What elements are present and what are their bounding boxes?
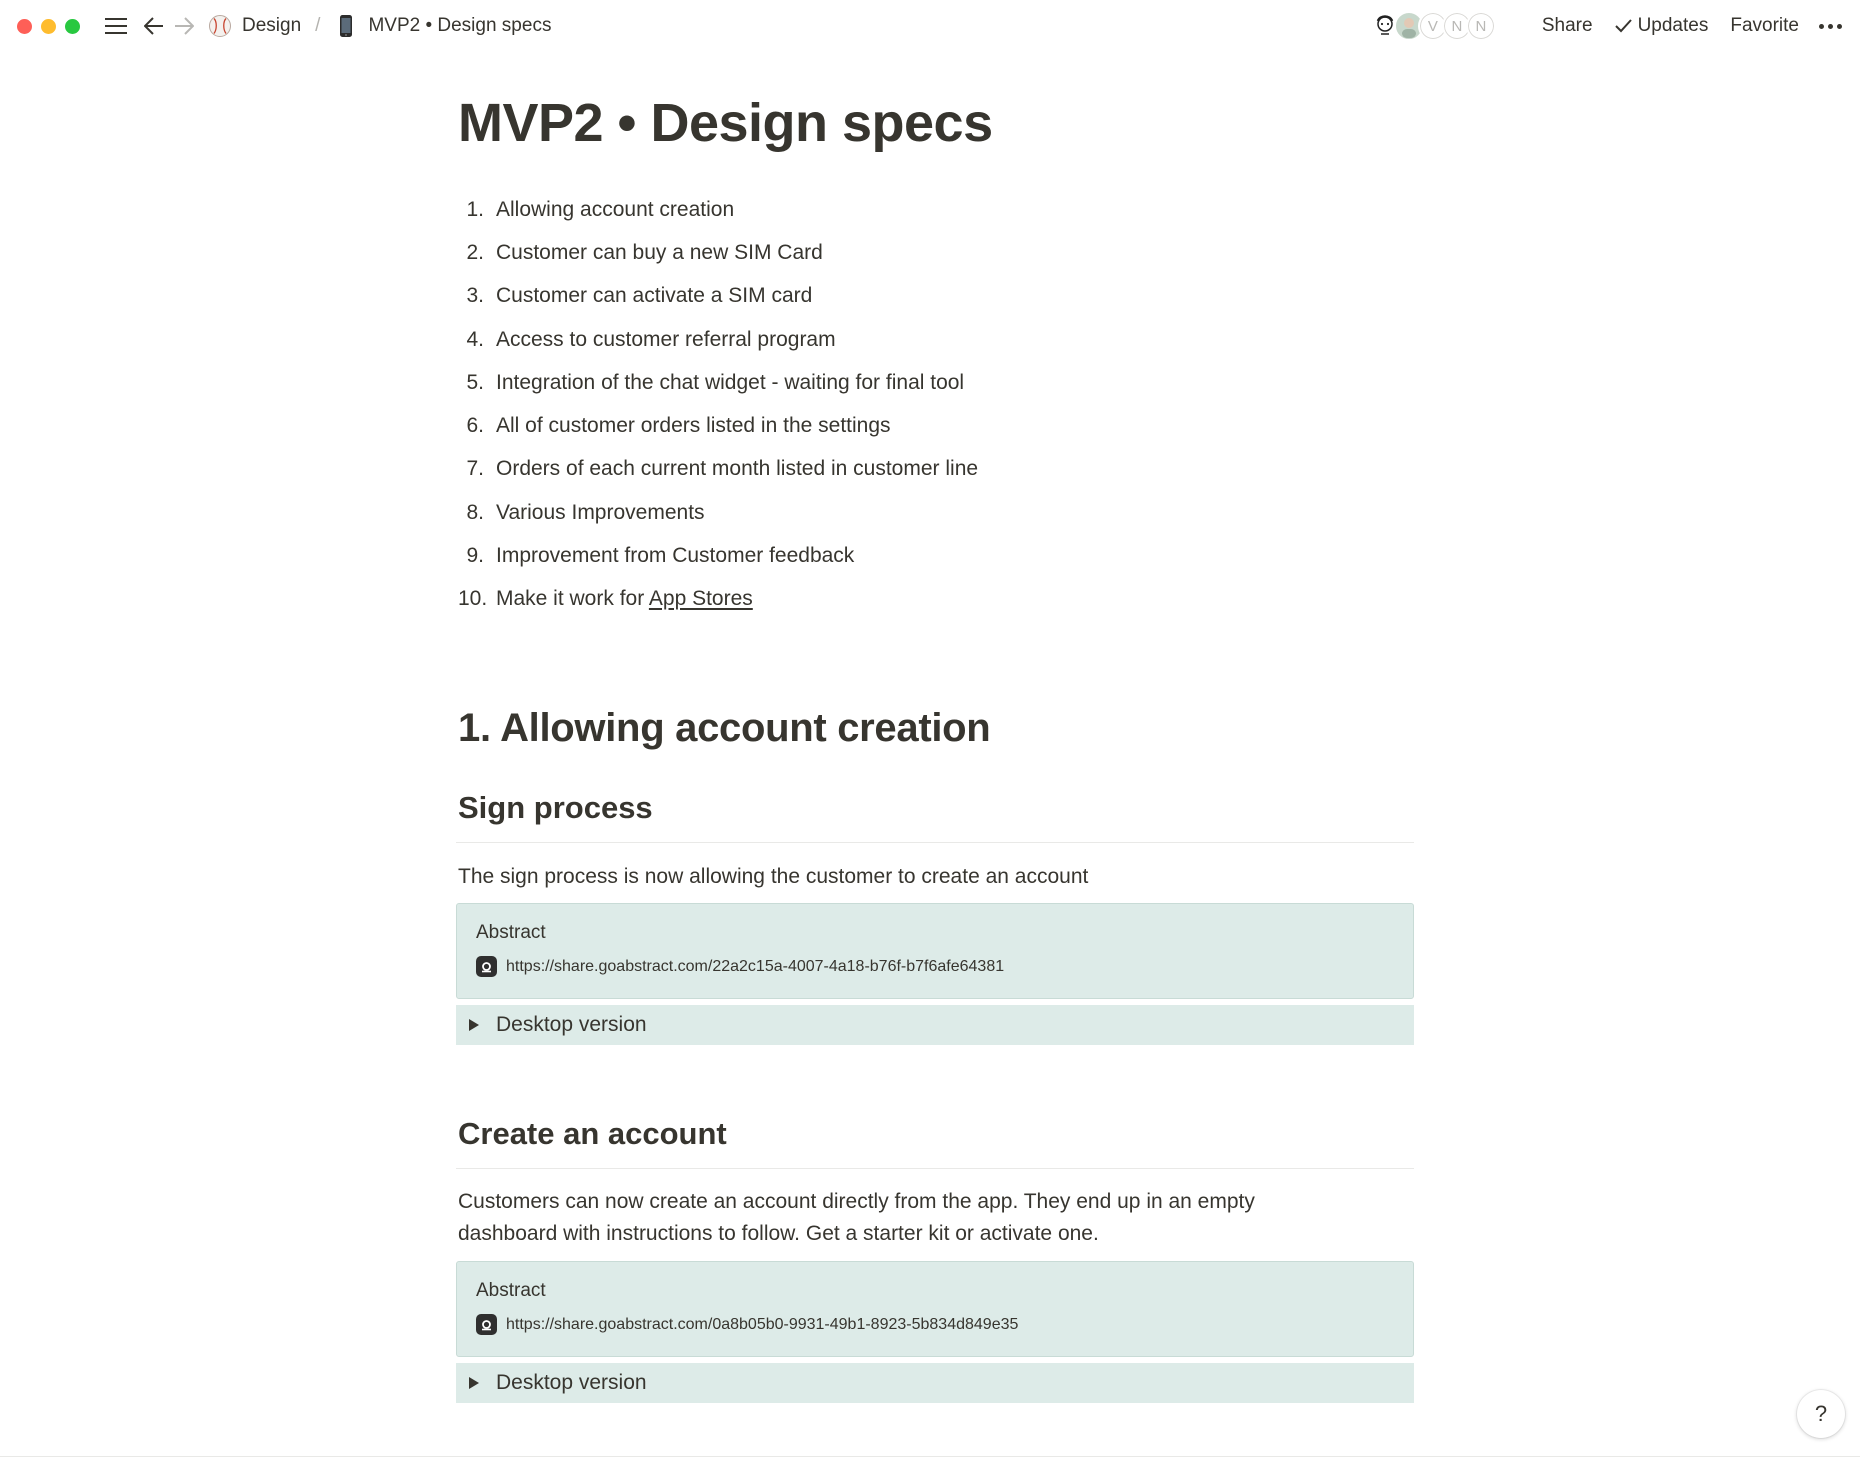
window-controls: [17, 18, 80, 34]
list-text: Improvement from Customer feedback: [496, 544, 855, 568]
list-item[interactable]: 10. Make it work for App Stores: [458, 578, 1358, 621]
list-text-prefix: Make it work for: [496, 587, 649, 611]
breadcrumb-current-page[interactable]: MVP2 • Design specs: [334, 14, 551, 38]
toggle-triangle-icon[interactable]: [468, 1376, 492, 1390]
list-number: 7.: [466, 457, 484, 481]
list-number: 3.: [466, 284, 484, 308]
list-text: Allowing account creation: [496, 197, 735, 221]
embed-title: Abstract: [476, 922, 546, 943]
paragraph-line: Customers can now create an account dire…: [458, 1190, 1255, 1213]
abstract-logo-icon: [476, 1314, 497, 1335]
paragraph-line: dashboard with instructions to follow. G…: [458, 1222, 1099, 1245]
embed-url-text: https://share.goabstract.com/22a2c15a-40…: [506, 957, 1005, 975]
list-text: All of customer orders listed in the set…: [496, 414, 891, 438]
list-number: 6.: [466, 414, 484, 438]
phone-icon: [340, 15, 353, 37]
updates-label: Updates: [1637, 15, 1709, 36]
numbered-list: 1. Allowing account creation 2. Customer c…: [458, 188, 1358, 621]
list-item[interactable]: 5. Integration of the chat widget - waiti…: [458, 361, 1358, 404]
list-text: Access to customer referral program: [496, 327, 836, 351]
forward-arrow-icon[interactable]: [170, 12, 198, 40]
embed-link[interactable]: https://share.goabstract.com/22a2c15a-40…: [476, 956, 1004, 977]
breadcrumb-label: Design: [242, 15, 302, 36]
updates-button[interactable]: Updates: [1614, 15, 1709, 37]
list-text: Customer can activate a SIM card: [496, 284, 813, 308]
share-button[interactable]: Share: [1542, 15, 1593, 37]
bottom-divider: [0, 1456, 1860, 1457]
list-item[interactable]: 8. Various Improvements: [458, 491, 1358, 534]
list-item[interactable]: 1. Allowing account creation: [458, 188, 1358, 231]
list-item[interactable]: 9. Improvement from Customer feedback: [458, 534, 1358, 577]
list-text: Orders of each current month listed in c…: [496, 457, 979, 481]
breadcrumb-label: MVP2 • Design specs: [368, 15, 552, 36]
embed-title: Abstract: [476, 1280, 546, 1301]
list-number: 10.: [458, 587, 488, 611]
list-text: Various Improvements: [496, 500, 705, 524]
list-text: Make it work for App Stores: [496, 587, 753, 611]
breadcrumb-separator: /: [315, 15, 321, 36]
subheading-sign-process[interactable]: Sign process: [458, 790, 653, 826]
divider: [456, 842, 1414, 843]
list-item[interactable]: 3. Customer can activate a SIM card: [458, 275, 1358, 318]
toggle-desktop-version[interactable]: Desktop version: [456, 1363, 1414, 1403]
close-window-button[interactable]: [17, 18, 32, 34]
zoom-window-button[interactable]: [65, 18, 80, 34]
toggle-label: Desktop version: [496, 1013, 647, 1036]
minimize-window-button[interactable]: [41, 18, 56, 34]
abstract-embed-sign-process[interactable]: Abstract https://share.goabstract.com/22…: [456, 903, 1414, 999]
subheading-create-account[interactable]: Create an account: [458, 1116, 727, 1152]
divider: [456, 1168, 1414, 1169]
sidebar-menu-icon[interactable]: [102, 12, 130, 40]
checkmark-icon: [1614, 19, 1632, 33]
more-options-icon[interactable]: [1819, 23, 1842, 29]
list-item[interactable]: 7. Orders of each current month listed in…: [458, 448, 1358, 491]
list-number: 2.: [466, 240, 484, 264]
embed-url-text: https://share.goabstract.com/0a8b05b0-99…: [506, 1315, 1019, 1333]
sign-process-paragraph[interactable]: The sign process is now allowing the cus…: [458, 861, 1358, 893]
list-number: 9.: [466, 544, 484, 568]
app-stores-link[interactable]: App Stores: [649, 587, 753, 610]
create-account-paragraph[interactable]: Customers can now create an account dire…: [458, 1186, 1358, 1250]
list-number: 5.: [466, 370, 484, 394]
list-item[interactable]: 4. Access to customer referral program: [458, 318, 1358, 361]
avatar[interactable]: N: [1465, 11, 1496, 41]
list-item[interactable]: 6. All of customer orders listed in the s…: [458, 404, 1358, 447]
section-heading-account-creation[interactable]: 1. Allowing account creation: [458, 706, 991, 751]
baseball-icon: [209, 15, 231, 37]
breadcrumb-design[interactable]: Design: [208, 14, 301, 38]
topbar-actions: V N N Share Updates Favorite: [1369, 0, 1842, 52]
list-number: 4.: [466, 327, 484, 351]
embed-link[interactable]: https://share.goabstract.com/0a8b05b0-99…: [476, 1314, 1018, 1335]
favorite-button[interactable]: Favorite: [1730, 15, 1799, 37]
toggle-desktop-version[interactable]: Desktop version: [456, 1005, 1414, 1045]
back-arrow-icon[interactable]: [140, 12, 168, 40]
abstract-logo-icon: [476, 956, 497, 977]
collaborator-avatars[interactable]: V N N: [1369, 11, 1496, 41]
page-title[interactable]: MVP2 • Design specs: [458, 92, 993, 154]
list-number: 1.: [466, 197, 484, 221]
list-item[interactable]: 2. Customer can buy a new SIM Card: [458, 231, 1358, 274]
toggle-triangle-icon[interactable]: [468, 1018, 492, 1032]
list-text: Customer can buy a new SIM Card: [496, 240, 823, 264]
list-text: Integration of the chat widget - waiting…: [496, 370, 965, 394]
abstract-embed-create-account[interactable]: Abstract https://share.goabstract.com/0a…: [456, 1261, 1414, 1357]
list-number: 8.: [466, 500, 484, 524]
toggle-label: Desktop version: [496, 1371, 647, 1394]
help-button[interactable]: ?: [1797, 1390, 1845, 1438]
top-bar: Design / MVP2 • Design specs V N N Share…: [0, 0, 1860, 52]
